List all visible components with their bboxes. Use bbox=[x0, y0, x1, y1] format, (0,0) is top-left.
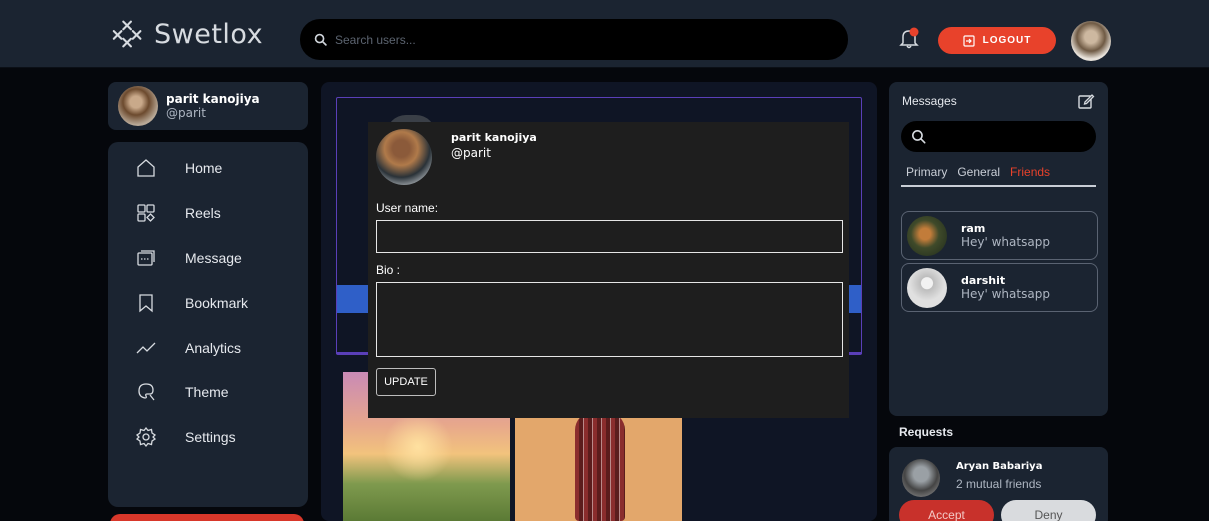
messages-panel: Messages Primary General Friends ram Hey… bbox=[889, 82, 1108, 416]
bio-label: Bio : bbox=[376, 263, 401, 277]
search-icon bbox=[912, 130, 926, 144]
chat-name: ram bbox=[961, 222, 986, 235]
tab-underline bbox=[901, 185, 1096, 187]
top-bar: Swetlox LOGOUT bbox=[0, 0, 1209, 68]
chat-item[interactable]: ram Hey' whatsapp bbox=[901, 211, 1098, 260]
sidebar-item-settings[interactable]: Settings bbox=[108, 417, 308, 457]
profile-card[interactable]: parit kanojiya @parit bbox=[108, 82, 308, 130]
logout-button[interactable]: LOGOUT bbox=[938, 27, 1056, 54]
request-name: Aryan Babariya bbox=[956, 461, 1043, 472]
logo[interactable]: Swetlox bbox=[110, 18, 263, 50]
requests-title: Requests bbox=[899, 425, 954, 439]
sidebar-item-theme[interactable]: Theme bbox=[108, 372, 308, 412]
edit-profile-modal: parit kanojiya @parit User name: Bio : U… bbox=[368, 122, 849, 418]
sidebar-item-label: Message bbox=[185, 250, 242, 266]
settings-icon bbox=[135, 426, 157, 448]
accept-button[interactable]: Accept bbox=[899, 500, 994, 521]
tab-friends[interactable]: Friends bbox=[1010, 165, 1050, 179]
modal-name: parit kanojiya bbox=[451, 131, 537, 144]
bookmark-icon bbox=[139, 294, 153, 313]
sunset-glow bbox=[383, 412, 453, 482]
tab-primary[interactable]: Primary bbox=[906, 165, 947, 179]
messages-search[interactable] bbox=[901, 121, 1096, 152]
sidebar-item-label: Theme bbox=[185, 384, 229, 400]
request-card: Aryan Babariya 2 mutual friends Accept D… bbox=[889, 447, 1108, 521]
request-avatar bbox=[902, 459, 940, 497]
theme-icon bbox=[138, 383, 155, 401]
username-label: User name: bbox=[376, 201, 439, 215]
sidebar-item-label: Reels bbox=[185, 205, 221, 221]
reels-icon bbox=[137, 204, 155, 222]
bio-field[interactable] bbox=[376, 282, 843, 357]
user-avatar[interactable] bbox=[1071, 21, 1111, 61]
modal-handle: @parit bbox=[451, 146, 491, 160]
request-mutual: 2 mutual friends bbox=[956, 477, 1042, 491]
logout-label: LOGOUT bbox=[982, 35, 1032, 46]
message-icon bbox=[137, 250, 155, 266]
sidebar-item-message[interactable]: Message bbox=[108, 238, 308, 278]
chat-item[interactable]: darshit Hey' whatsapp bbox=[901, 263, 1098, 312]
home-icon bbox=[137, 159, 155, 177]
username-field[interactable] bbox=[376, 220, 843, 253]
sidebar-item-label: Settings bbox=[185, 429, 236, 445]
sidebar-item-analytics[interactable]: Analytics bbox=[108, 328, 308, 368]
logo-text: Swetlox bbox=[154, 18, 264, 50]
profile-handle: @parit bbox=[166, 106, 206, 120]
profile-info: parit kanojiya @parit bbox=[166, 92, 260, 120]
chat-info: darshit Hey' whatsapp bbox=[961, 274, 1050, 301]
chat-name: darshit bbox=[961, 274, 1006, 287]
sidebar-item-bookmark[interactable]: Bookmark bbox=[108, 283, 308, 323]
user-search-bar bbox=[300, 19, 848, 60]
modal-avatar[interactable] bbox=[376, 129, 432, 185]
analytics-icon bbox=[136, 342, 156, 354]
sidebar-item-home[interactable]: Home bbox=[108, 148, 308, 188]
messages-tabs: Primary General Friends bbox=[906, 165, 1050, 179]
search-icon bbox=[314, 33, 327, 46]
sidebar-item-label: Analytics bbox=[185, 340, 242, 356]
update-button[interactable]: UPDATE bbox=[376, 368, 436, 396]
sidebar-item-reels[interactable]: Reels bbox=[108, 193, 308, 233]
chat-preview: Hey' whatsapp bbox=[961, 287, 1050, 301]
sidebar-item-label: Home bbox=[185, 160, 223, 176]
logout-icon bbox=[963, 34, 975, 47]
deny-button[interactable]: Deny bbox=[1001, 500, 1096, 521]
profile-name: parit kanojiya bbox=[166, 92, 260, 106]
tab-general[interactable]: General bbox=[957, 165, 1000, 179]
chat-avatar bbox=[907, 267, 947, 308]
chat-avatar bbox=[907, 215, 947, 256]
person-figure bbox=[575, 412, 625, 521]
compose-icon[interactable] bbox=[1077, 92, 1095, 110]
messages-title: Messages bbox=[902, 94, 957, 108]
chat-preview: Hey' whatsapp bbox=[961, 235, 1050, 249]
profile-avatar bbox=[118, 86, 158, 126]
sidebar-nav: Home Reels Message Bookmark Analytics Th… bbox=[108, 142, 308, 507]
search-input[interactable] bbox=[335, 32, 815, 47]
swetlox-logo-icon bbox=[112, 20, 142, 48]
create-post-button[interactable] bbox=[110, 514, 304, 521]
chat-info: ram Hey' whatsapp bbox=[961, 222, 1050, 249]
notification-bell-icon[interactable] bbox=[896, 25, 922, 51]
app-page: Swetlox LOGOUT parit kanojiya bbox=[0, 0, 1209, 521]
sidebar-item-label: Bookmark bbox=[185, 295, 249, 311]
